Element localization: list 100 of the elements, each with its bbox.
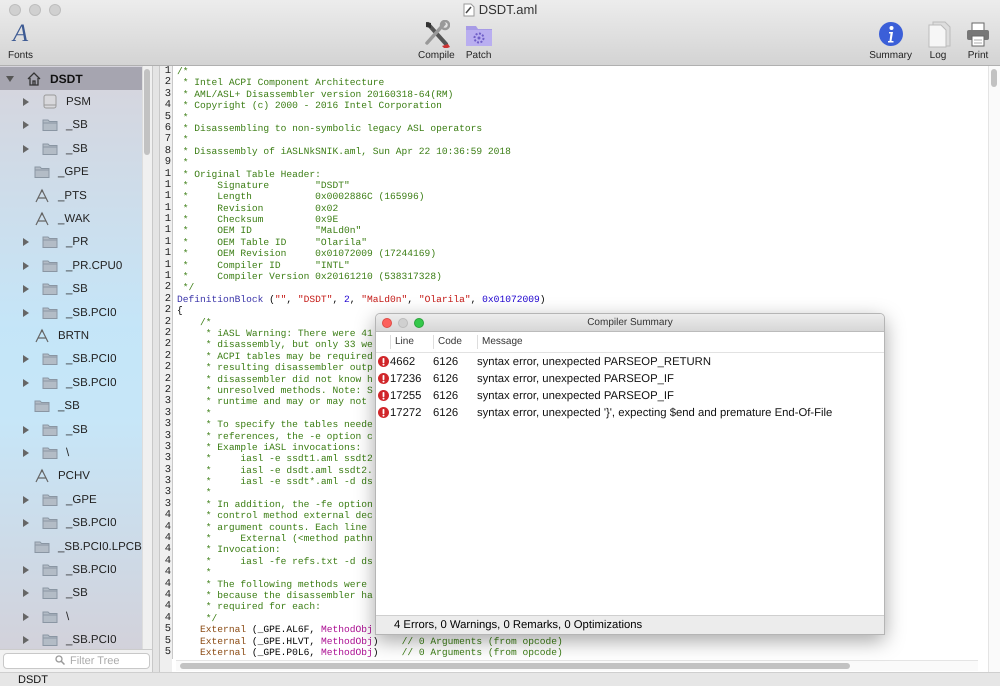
table-cell-text: 17236 — [390, 372, 422, 384]
disclosure-triangle-icon[interactable] — [22, 238, 30, 246]
tree-item[interactable]: _SB.PCI0 — [0, 300, 142, 324]
disclosure-triangle-icon[interactable] — [22, 378, 30, 387]
tree-item[interactable]: \ — [0, 604, 142, 628]
line-number: 3 — [164, 419, 171, 430]
disclosure-triangle-icon[interactable] — [22, 285, 30, 294]
disclosure-triangle-icon[interactable] — [22, 612, 30, 621]
line-number: 4 — [164, 556, 171, 567]
tree-label: _SB — [66, 424, 88, 436]
table-cell-text: syntax error, unexpected PARSEOP_IF — [477, 372, 675, 384]
tree-item[interactable]: PCHV — [0, 464, 142, 488]
disclosure-triangle-icon[interactable] — [22, 121, 30, 130]
tree-item[interactable]: _GPE — [0, 160, 142, 184]
tree-item[interactable]: _SB — [0, 278, 142, 301]
window-title: DSDT.aml — [478, 2, 538, 17]
line-number: 3 — [164, 442, 171, 453]
disclosure-triangle-icon[interactable] — [22, 98, 30, 106]
folder-icon — [42, 140, 58, 157]
code-line: * ACPI tables may be required — [204, 350, 373, 362]
compile-button[interactable]: Compile — [416, 20, 457, 61]
line-number: 3 — [164, 88, 171, 100]
line-number: 4 — [164, 544, 171, 556]
tree-item[interactable]: _SB.PCI0 — [0, 558, 142, 582]
disclosure-triangle-icon[interactable] — [22, 636, 30, 644]
tree-item[interactable]: PSM — [0, 90, 142, 114]
tree-item[interactable]: _GPE — [0, 488, 142, 512]
tree-item[interactable]: _SB.PCI0 — [0, 371, 142, 394]
fonts-button[interactable]: A Fonts — [6, 20, 36, 61]
disclosure-triangle-icon[interactable] — [22, 355, 30, 364]
code-line: * iASL Warning: There were 41 — [204, 328, 373, 340]
line-number: 6 — [164, 122, 171, 134]
disclosure-triangle-icon[interactable] — [22, 448, 30, 457]
line-number: 1 — [164, 260, 171, 271]
wrench-screwdriver-icon — [422, 20, 450, 48]
scrollbar[interactable] — [988, 66, 1000, 672]
disclosure-triangle-icon[interactable] — [22, 566, 30, 574]
tree-item[interactable]: _PR — [0, 230, 142, 254]
tree-label: _SB — [66, 283, 88, 296]
line-number: 2 — [164, 350, 171, 362]
tree-item[interactable]: _SB.PCI0 — [0, 511, 142, 535]
disclosure-triangle-icon[interactable] — [22, 308, 30, 317]
log-button[interactable]: Log — [922, 20, 954, 61]
disclosure-triangle-icon[interactable] — [22, 144, 30, 153]
tree-item[interactable]: _SB — [0, 114, 142, 138]
line-number: 4 — [164, 522, 171, 533]
code-line: * Disassembling to non-symbolic legacy ASL operators — [182, 122, 482, 134]
tree-item[interactable]: DSDT — [0, 67, 142, 90]
code-line: * Compiler ID "INTL" — [182, 260, 350, 272]
font-icon: A — [12, 20, 28, 48]
tree-item[interactable]: _SB — [0, 394, 142, 418]
code-line: * — [204, 567, 212, 579]
column-header[interactable]: Code — [433, 335, 477, 349]
print-button[interactable]: Print — [962, 20, 994, 61]
code-line: * unresolved methods. Note: S — [204, 384, 373, 396]
patch-button[interactable]: Patch — [462, 20, 495, 61]
code-line: * iasl -fe refs.txt -d ds — [204, 556, 373, 568]
tree-item[interactable]: _PTS — [0, 184, 142, 208]
disclosure-triangle-icon[interactable] — [22, 519, 30, 528]
code-line: * External (<method pathn — [204, 533, 373, 544]
folder-icon — [42, 281, 58, 298]
code-line: * — [182, 134, 189, 146]
disclosure-triangle-icon[interactable] — [22, 496, 30, 504]
table-cell-text: syntax error, unexpected PARSEOP_RETURN — [477, 356, 712, 368]
tree-label: _GPE — [66, 494, 97, 506]
column-header[interactable]: Message — [477, 335, 884, 349]
tree-item[interactable]: _SB.PCI0.LPCB — [0, 534, 142, 558]
scrollbar[interactable] — [142, 66, 152, 649]
disclosure-triangle-icon[interactable] — [22, 262, 30, 270]
code-line: * In addition, the -fe option — [204, 498, 373, 510]
disclosure-triangle-icon[interactable] — [6, 74, 14, 83]
code-line: /* — [199, 316, 212, 328]
code-line: * To specify the tables neede — [204, 419, 373, 430]
tree-item[interactable]: _SB.PCI0 — [0, 628, 142, 649]
table-cell-text: 6126 — [433, 406, 460, 418]
summary-button[interactable]: Summary — [867, 20, 914, 61]
tree-item[interactable]: BRTN — [0, 324, 142, 348]
table-cell-text: 6126 — [433, 390, 460, 402]
tree-item[interactable]: _WAK — [0, 207, 142, 231]
code-line: * Invocation: — [204, 544, 281, 556]
tree-item[interactable]: \ — [0, 441, 142, 465]
table-cell-text: 17255 — [390, 390, 422, 402]
tree-item[interactable]: _PR.CPU0 — [0, 254, 142, 278]
tree-item[interactable]: _SB — [0, 418, 142, 442]
code-line: * — [204, 487, 212, 499]
column-header[interactable]: Line — [390, 335, 433, 349]
folder-icon — [42, 492, 58, 508]
disclosure-triangle-icon[interactable] — [22, 426, 30, 434]
disclosure-triangle-icon[interactable] — [22, 589, 30, 598]
tree-item[interactable]: _SB.PCI0 — [0, 348, 142, 372]
tree-item[interactable]: _SB — [0, 137, 142, 161]
folder-icon — [42, 374, 58, 391]
line-number: 4 — [164, 612, 171, 624]
code-line: * disassembly, but only 33 we — [204, 339, 373, 351]
filter-field[interactable]: Filter Tree — [3, 653, 150, 669]
tree-item[interactable]: _SB — [0, 582, 142, 605]
scrollbar[interactable] — [176, 660, 978, 671]
code-line: External (_GPE.HLVT, MethodObj) // 0 Arguments (from opcode) — [199, 636, 563, 647]
line-number: 1 — [164, 180, 171, 191]
info-icon — [876, 20, 905, 48]
